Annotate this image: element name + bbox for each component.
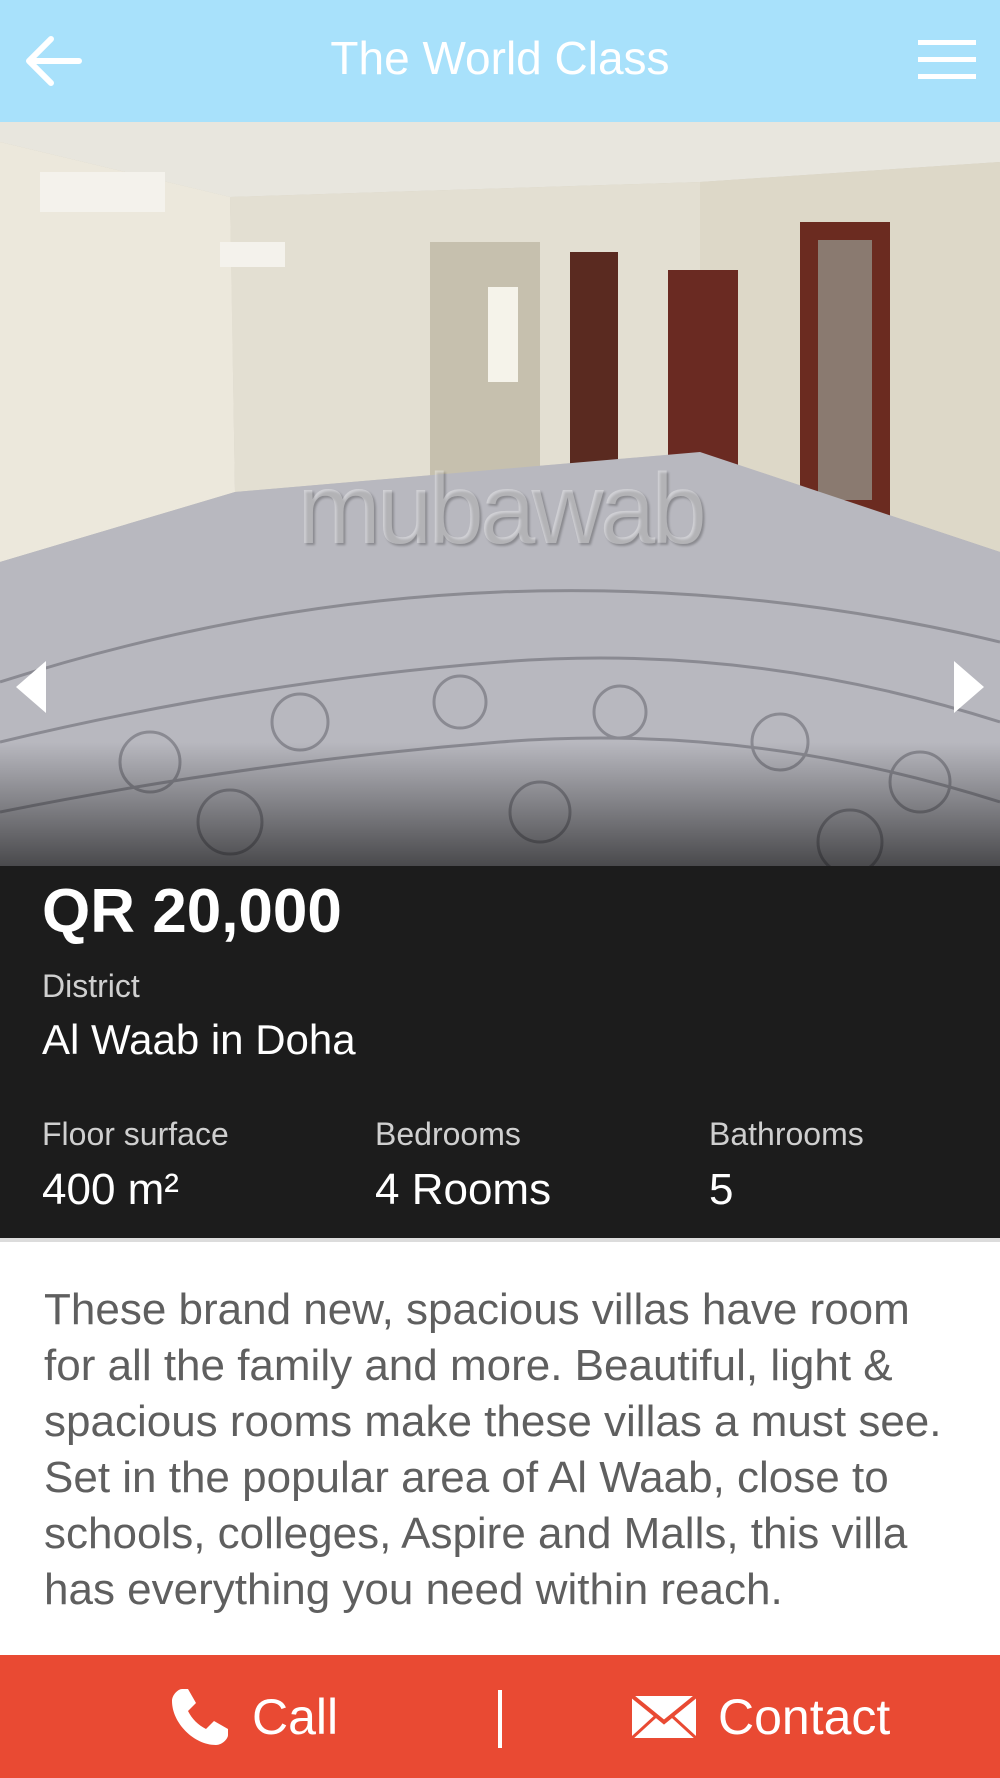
bottom-action-bar: Call Contact xyxy=(0,1655,1000,1778)
property-photo[interactable]: mubawab xyxy=(0,122,1000,866)
bathrooms-label: Bathrooms xyxy=(709,1116,864,1152)
bedrooms-value: 4 Rooms xyxy=(375,1165,552,1214)
app-header: The World Class xyxy=(0,0,1000,122)
previous-photo-button[interactable] xyxy=(6,652,56,722)
section-divider xyxy=(0,1238,1000,1242)
call-label: Call xyxy=(252,1688,339,1745)
listing-info-panel: QR 20,000 District Al Waab in Doha Floor… xyxy=(0,866,1000,1240)
contact-button[interactable]: Contact xyxy=(630,1655,890,1778)
envelope-icon xyxy=(630,1693,698,1740)
watermark-text: mubawab xyxy=(297,453,707,565)
next-photo-button[interactable] xyxy=(944,652,994,722)
district-value: Al Waab in Doha xyxy=(42,1016,356,1063)
menu-button[interactable] xyxy=(914,34,980,86)
bedrooms-label: Bedrooms xyxy=(375,1116,521,1152)
bedrooms-stat: Bedrooms 4 Rooms xyxy=(375,1116,551,1215)
district-label: District xyxy=(42,968,140,1004)
chevron-right-icon xyxy=(954,661,984,713)
phone-icon xyxy=(168,1685,232,1749)
call-button[interactable]: Call xyxy=(168,1655,338,1778)
page-title: The World Class xyxy=(330,32,670,84)
hamburger-menu-icon xyxy=(918,40,976,79)
listing-description: These brand new, spacious villas have ro… xyxy=(44,1285,942,1614)
listing-price: QR 20,000 xyxy=(42,877,342,946)
bathrooms-value: 5 xyxy=(709,1165,734,1214)
bathrooms-stat: Bathrooms 5 xyxy=(709,1116,864,1215)
floor-surface-value: 400 m² xyxy=(42,1165,179,1214)
chevron-left-icon xyxy=(16,661,46,713)
floor-surface-label: Floor surface xyxy=(42,1116,229,1152)
contact-label: Contact xyxy=(718,1688,891,1745)
action-separator xyxy=(498,1690,502,1748)
floor-surface-stat: Floor surface 400 m² xyxy=(42,1116,229,1215)
